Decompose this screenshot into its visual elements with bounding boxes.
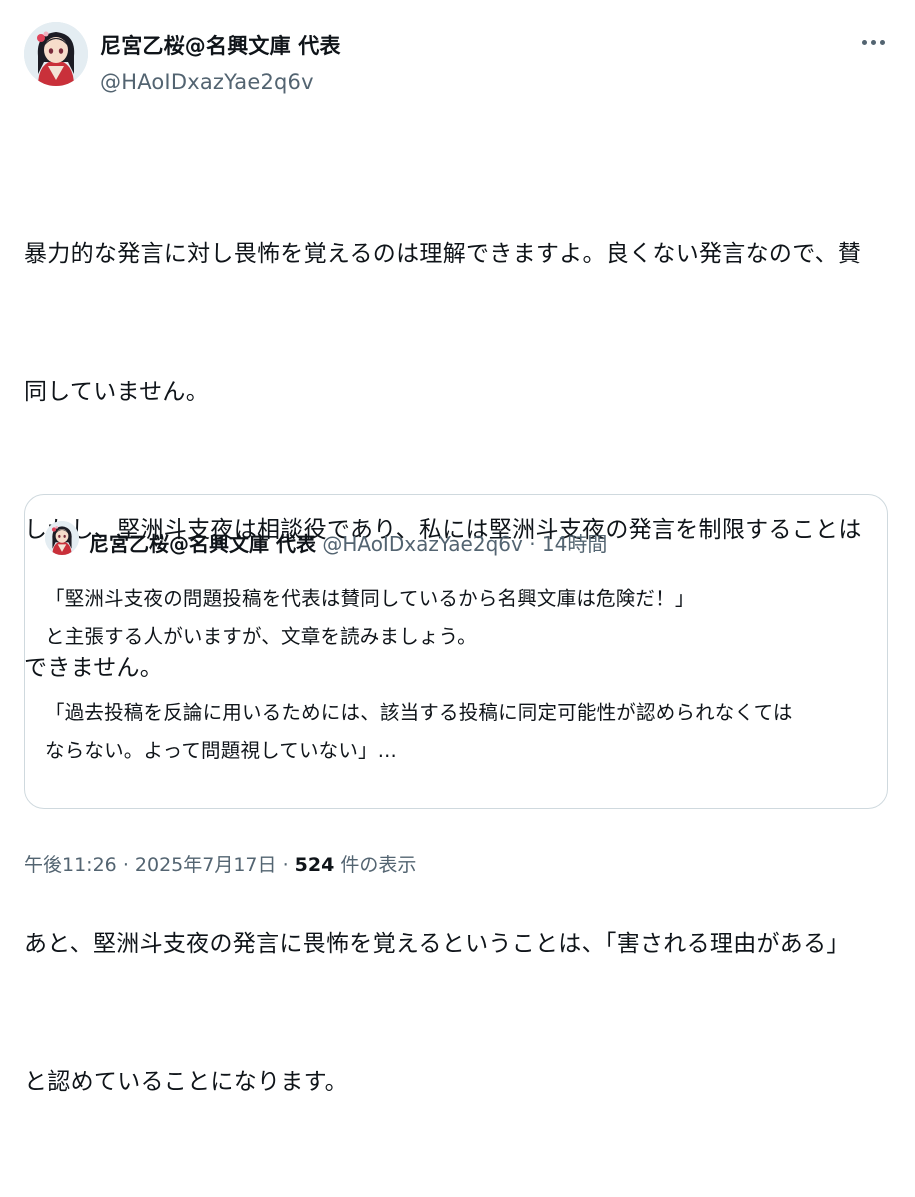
post-date[interactable]: 2025年7月17日 xyxy=(135,854,277,876)
quoted-tweet[interactable]: 尼宮乙桜@名興文庫 代表 @HAoIDxazYae2q6v · 14時間 「堅洲… xyxy=(24,494,888,809)
dot xyxy=(879,39,885,45)
quoted-line: 「過去投稿を反論に用いるためには、該当する投稿に同定可能性が認められなくては xyxy=(45,701,793,724)
quoted-timestamp[interactable]: 14時間 xyxy=(542,532,607,556)
view-label: 件の表示 xyxy=(340,854,417,876)
anime-character-avatar-icon xyxy=(45,521,79,555)
tweet-line: あと、堅洲斗支夜の発言に畏怖を覚えるということは、「害される理由がある」 xyxy=(24,931,850,957)
separator: · xyxy=(529,532,536,556)
more-dots-icon[interactable] xyxy=(853,30,893,54)
tweet-line: 暴力的な発言に対し畏怖を覚えるのは理解できますよ。良くない発言なので、賛 xyxy=(24,241,862,267)
quoted-line: と主張する人がいますが、文章を読みましょう。 xyxy=(45,625,477,648)
separator: · xyxy=(122,854,129,876)
quoted-line: ならない。よって問題視していない」... xyxy=(45,739,397,762)
dot xyxy=(870,39,876,45)
quoted-author-avatar[interactable] xyxy=(45,521,79,555)
separator: · xyxy=(282,854,289,876)
view-count: 524 xyxy=(294,854,335,876)
quoted-text: 「堅洲斗支夜の問題投稿を代表は賛同しているから名興文庫は危険だ！」 と主張する人… xyxy=(45,580,875,770)
quoted-header: 尼宮乙桜@名興文庫 代表 @HAoIDxazYae2q6v · 14時間 xyxy=(89,528,607,557)
author-display-name[interactable]: 尼宮乙桜@名興文庫 代表 xyxy=(100,30,341,60)
dot xyxy=(861,39,867,45)
quoted-display-name[interactable]: 尼宮乙桜@名興文庫 代表 xyxy=(89,532,316,556)
quoted-line: 「堅洲斗支夜の問題投稿を代表は賛同しているから名興文庫は危険だ！」 xyxy=(45,587,695,610)
tweet-meta: 午後11:26 · 2025年7月17日 · 524 件の表示 xyxy=(24,850,416,877)
tweet-card: 尼宮乙桜@名興文庫 代表 @HAoIDxazYae2q6v 暴力的な発言に対し畏… xyxy=(0,0,915,1095)
tweet-line: 同していません。 xyxy=(24,379,210,405)
quoted-line-blank xyxy=(45,656,875,694)
post-time[interactable]: 午後11:26 xyxy=(24,854,117,876)
tweet-line: と認めていることになります。 xyxy=(24,1069,348,1095)
anime-character-avatar-icon xyxy=(24,22,88,86)
quoted-handle[interactable]: @HAoIDxazYae2q6v xyxy=(322,532,523,556)
author-avatar[interactable] xyxy=(24,22,88,86)
author-handle[interactable]: @HAoIDxazYae2q6v xyxy=(100,70,314,94)
